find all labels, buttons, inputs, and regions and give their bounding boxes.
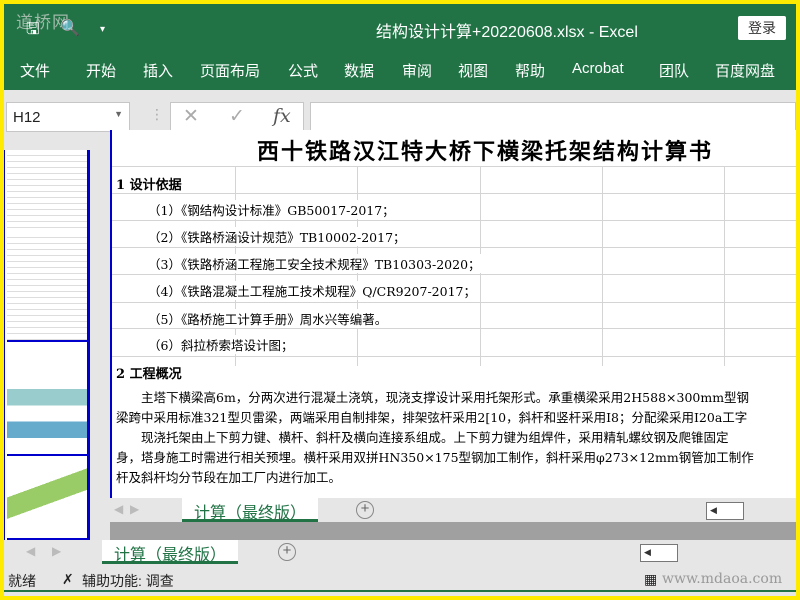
reference-item: （4）《铁路混凝土工程施工技术规程》Q/CR9207-2017； [148, 281, 476, 300]
ribbon-tabs: 文件 开始 插入 页面布局 公式 数据 审阅 视图 帮助 Acrobat 团队 … [4, 48, 796, 90]
customize-toolbar-icon[interactable]: ▾ [100, 24, 105, 35]
tab-home[interactable]: 开始 [86, 60, 116, 81]
reference-item: （3）《铁路桥涵工程施工安全技术规程》TB10303-2020； [148, 254, 481, 273]
splitter-handle[interactable]: ⋮ [150, 106, 164, 123]
login-button[interactable]: 登录 [738, 16, 786, 40]
window-title: 结构设计计算+20220608.xlsx - Excel [376, 24, 638, 41]
section-heading: 1 设计依据 [116, 174, 182, 193]
section-heading: 2 工程概况 [116, 363, 182, 382]
reference-item: （1）《钢结构设计标准》GB50017-2017； [148, 200, 395, 219]
insert-function-icon[interactable]: fx [273, 105, 291, 127]
title-bar: 道桥网 🖫 🔍 ▾ 结构设计计算+20220608.xlsx - Excel 登… [4, 4, 796, 48]
tab-baidu-netdisk[interactable]: 百度网盘 [715, 60, 775, 81]
reference-item: （6）斜拉桥索塔设计图； [148, 335, 294, 354]
watermark: www.mdaoa.com [662, 571, 783, 587]
accessibility-status[interactable]: 辅助功能: 调查 [82, 571, 174, 591]
scroll-tabs-right-icon[interactable]: ▶ [130, 502, 139, 516]
status-bar: 就绪 ✗ 辅助功能: 调查 ▦ www.mdaoa.com [4, 566, 796, 592]
scroll-tabs-left-icon[interactable]: ◀ [26, 544, 35, 558]
paragraph-line: 身，塔身施工时需进行相关预埋。横杆采用双拼HN350×175型钢加工制作，斜杆采… [116, 450, 754, 465]
tab-team[interactable]: 团队 [659, 60, 689, 81]
add-sheet-icon[interactable]: + [356, 501, 374, 519]
tab-acrobat[interactable]: Acrobat [572, 60, 624, 77]
gridline [724, 166, 725, 366]
paragraph-line: 主塔下横梁高6m，分两次进行混凝土浇筑，现浇支撑设计采用托架形式。承重横梁采用2… [116, 390, 750, 405]
excel-window: 道桥网 🖫 🔍 ▾ 结构设计计算+20220608.xlsx - Excel 登… [4, 4, 796, 596]
gridline [112, 328, 796, 329]
thumbnail-page-3[interactable] [7, 346, 87, 456]
tab-file[interactable]: 文件 [20, 60, 50, 81]
gridline [112, 302, 796, 303]
inner-sheet-tab-bar: ◀ ▶ 计算（最终版） + ◀ [110, 498, 796, 522]
document-title: 西十铁路汉江特大桥下横梁托架结构计算书 [256, 139, 713, 165]
enter-icon[interactable]: ✓ [229, 105, 245, 128]
sheet-tab-active[interactable]: 计算（最终版） [102, 540, 239, 564]
tab-review[interactable]: 审阅 [402, 60, 432, 81]
accessibility-icon[interactable]: ✗ [62, 571, 74, 588]
tab-view[interactable]: 视图 [458, 60, 488, 81]
chevron-down-icon[interactable]: ▼ [114, 109, 123, 119]
add-sheet-icon[interactable]: + [278, 543, 296, 561]
worksheet[interactable]: 西十铁路汉江特大桥下横梁托架结构计算书 1 设计依据 （1）《钢结构设计标准》G… [110, 130, 796, 498]
gridline [112, 166, 796, 167]
status-ready: 就绪 [8, 573, 36, 589]
tab-page-layout[interactable]: 页面布局 [200, 60, 260, 81]
reference-item: （2）《铁路桥涵设计规范》TB10002-2017； [148, 227, 406, 246]
paragraph-line: 梁跨中采用标准321型贝雷梁，两端采用自制排架，排架弦杆采用2[10，斜杆和竖杆… [116, 410, 748, 425]
save-icon[interactable]: 🖫 [26, 18, 40, 45]
name-box[interactable]: H12 ▼ [6, 102, 130, 132]
tab-insert[interactable]: 插入 [143, 60, 173, 81]
scroll-tabs-left-icon[interactable]: ◀ [114, 502, 123, 516]
gridline [112, 193, 796, 194]
paragraph-line: 杆及斜杆均分节段在加工厂内进行加工。 [116, 470, 342, 485]
formula-input[interactable] [310, 102, 796, 132]
scroll-tabs-right-icon[interactable]: ▶ [52, 544, 61, 558]
gridline [602, 166, 603, 366]
name-box-value: H12 [13, 109, 41, 126]
thumbnail-page-2[interactable] [7, 232, 87, 342]
page-thumbnails[interactable] [4, 150, 90, 540]
sheet-tab-active[interactable]: 计算（最终版） [182, 498, 319, 522]
tab-data[interactable]: 数据 [344, 60, 374, 81]
tab-formulas[interactable]: 公式 [288, 60, 318, 81]
tab-help[interactable]: 帮助 [515, 60, 545, 81]
gridline [112, 274, 796, 275]
cancel-icon[interactable]: ✕ [183, 105, 199, 128]
horizontal-scrollbar[interactable]: ◀ [706, 502, 744, 520]
sheet-tab-bar: ◀ ▶ 计算（最终版） + ◀ [4, 540, 796, 564]
reference-item: （5）《路桥施工计算手册》周水兴等编著。 [148, 309, 388, 328]
formula-bar: H12 ▼ ⋮ ✕ ✓ fx [4, 90, 796, 134]
gridline [112, 220, 796, 221]
print-preview-icon[interactable]: 🔍 [60, 18, 80, 38]
thumbnail-page-4[interactable] [7, 460, 87, 540]
window-background [110, 522, 796, 540]
gridline [112, 247, 796, 248]
paragraph-line: 现浇托架由上下剪力键、横杆、斜杆及横向连接系组成。上下剪力键为组焊件，采用精轧螺… [116, 430, 729, 445]
gridline [112, 356, 796, 357]
normal-view-icon[interactable]: ▦ [644, 571, 657, 588]
formula-buttons: ✕ ✓ fx [170, 102, 304, 132]
horizontal-scrollbar[interactable]: ◀ [640, 544, 678, 562]
